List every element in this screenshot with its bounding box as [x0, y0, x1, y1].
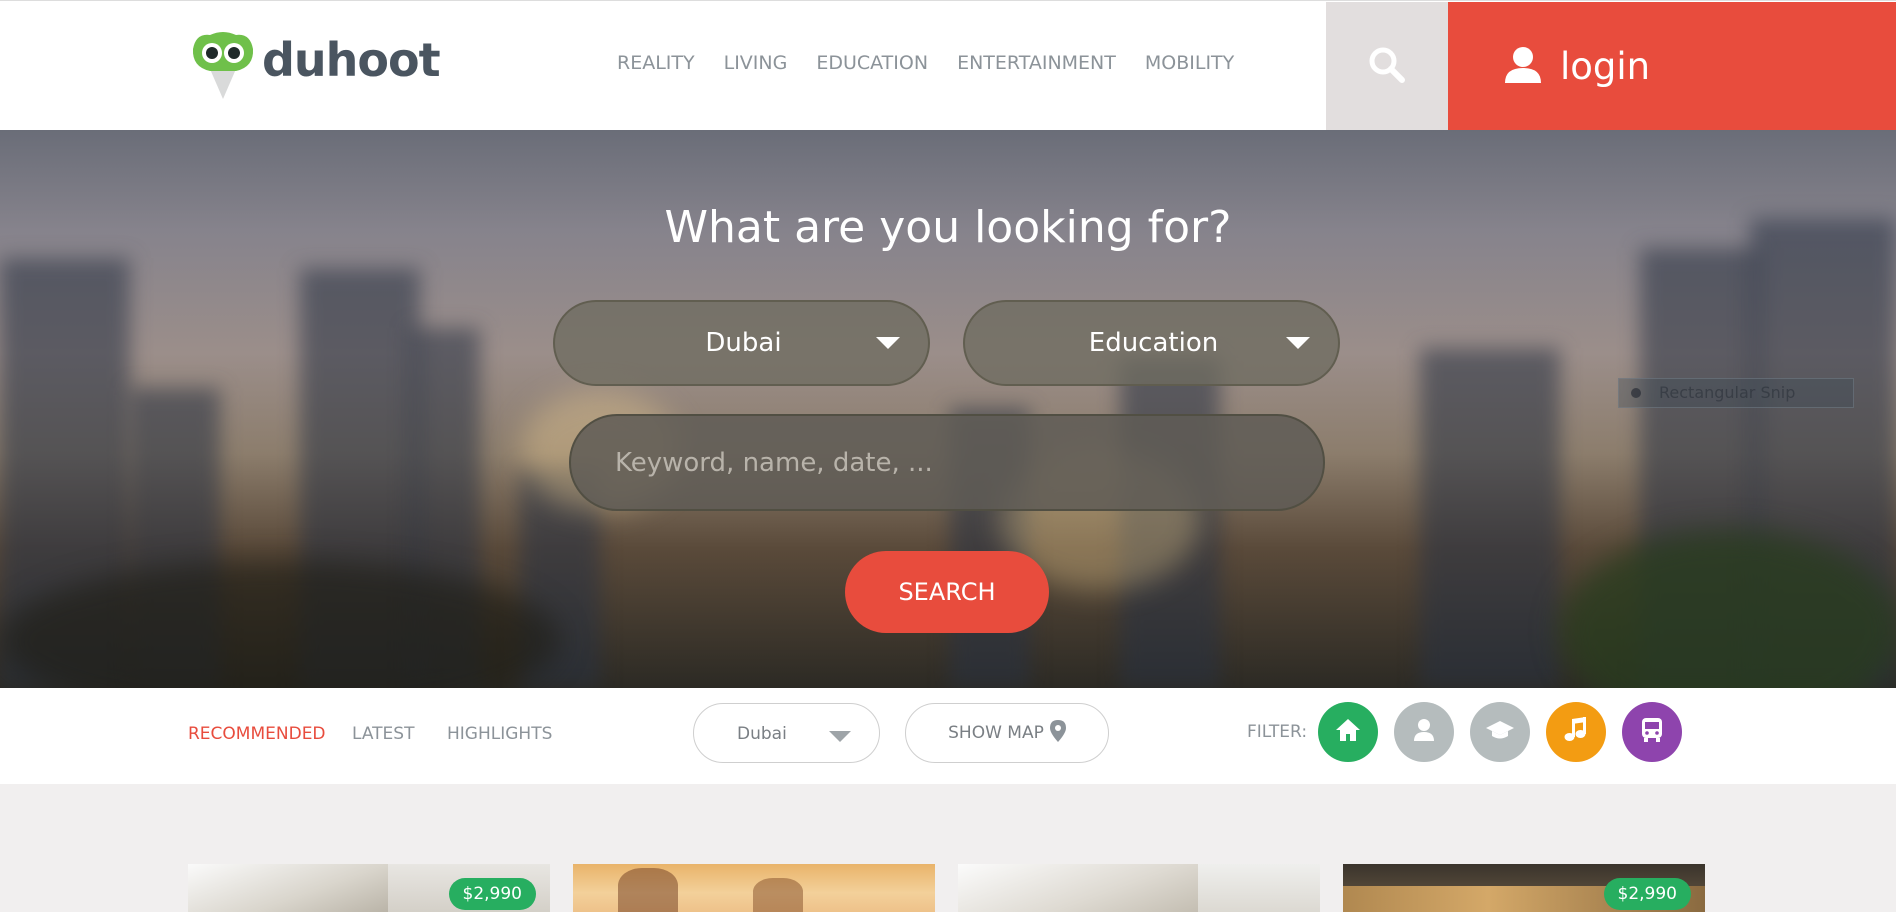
hero-title: What are you looking for? [664, 202, 1232, 253]
card-image [958, 864, 1198, 912]
show-map-label: SHOW MAP [948, 723, 1044, 743]
price-badge: $2,990 [1603, 878, 1691, 910]
logo[interactable]: duhoot [188, 29, 441, 101]
nav-reality[interactable]: REALITY [617, 52, 695, 74]
filter-entertainment-button[interactable] [1546, 702, 1606, 762]
snip-label: Rectangular Snip [1659, 383, 1796, 402]
home-icon [1335, 718, 1361, 746]
nav-living[interactable]: LIVING [724, 52, 788, 74]
chevron-down-icon [876, 337, 900, 349]
bus-icon [1639, 717, 1665, 747]
card-image [618, 868, 678, 912]
tab-latest[interactable]: LATEST [352, 724, 414, 744]
snip-icon [1631, 388, 1641, 398]
show-map-button[interactable]: SHOW MAP [905, 703, 1109, 763]
search-button[interactable]: SEARCH [845, 551, 1049, 633]
city-filter-value: Dubai [737, 724, 787, 744]
category-select[interactable]: Education [963, 300, 1340, 386]
site-header: duhoot REALITY LIVING EDUCATION ENTERTAI… [0, 0, 1896, 131]
nav-mobility[interactable]: MOBILITY [1145, 52, 1234, 74]
keyword-search-input[interactable] [569, 414, 1325, 511]
price-badge: $2,990 [448, 878, 536, 910]
card-image [188, 864, 388, 912]
owl-logo-icon [188, 29, 258, 101]
nav-education[interactable]: EDUCATION [816, 52, 928, 74]
filter-mobility-button[interactable] [1622, 702, 1682, 762]
graduation-cap-icon [1485, 719, 1515, 745]
city-filter-select[interactable]: Dubai [693, 703, 880, 763]
filter-reality-button[interactable] [1318, 702, 1378, 762]
filter-bar: RECOMMENDED LATEST HIGHLIGHTS Dubai SHOW… [0, 688, 1896, 784]
main-nav: REALITY LIVING EDUCATION ENTERTAINMENT M… [617, 52, 1234, 74]
map-pin-icon [1049, 719, 1066, 747]
filter-education-button[interactable] [1470, 702, 1530, 762]
search-icon [1367, 45, 1407, 89]
rectangular-snip-overlay: Rectangular Snip [1618, 378, 1854, 408]
tab-highlights[interactable]: HIGHLIGHTS [447, 724, 552, 744]
login-label: login [1560, 45, 1651, 88]
background-building [1420, 348, 1560, 688]
listing-card[interactable] [958, 864, 1320, 912]
hero-section: What are you looking for? Dubai Educatio… [0, 130, 1896, 688]
header-search-button[interactable] [1326, 2, 1448, 131]
logo-text: duhoot [262, 33, 441, 87]
card-image [753, 878, 803, 912]
filter-label: FILTER: [1247, 722, 1308, 742]
music-icon [1564, 717, 1588, 747]
person-icon [1413, 718, 1435, 746]
listing-card[interactable]: $2,990 [188, 864, 550, 912]
city-select[interactable]: Dubai [553, 300, 930, 386]
listing-card[interactable] [573, 864, 935, 912]
tab-recommended[interactable]: RECOMMENDED [188, 724, 326, 744]
listing-card[interactable]: $2,990 [1343, 864, 1705, 912]
chevron-down-icon [1286, 337, 1310, 349]
chevron-down-icon [829, 731, 851, 742]
user-icon [1504, 46, 1542, 88]
filter-living-button[interactable] [1394, 702, 1454, 762]
nav-entertainment[interactable]: ENTERTAINMENT [957, 52, 1116, 74]
login-button[interactable]: login [1448, 2, 1896, 131]
